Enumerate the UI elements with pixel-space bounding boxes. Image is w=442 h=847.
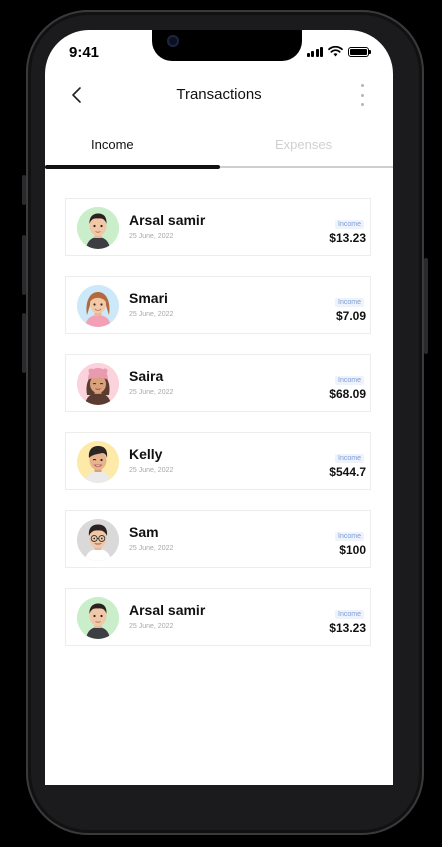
transaction-amount: $100: [339, 543, 366, 557]
transaction-date: 25 June, 2022: [129, 545, 174, 552]
transaction-name: Smari: [129, 290, 168, 306]
transaction-type-badge: Income: [335, 610, 364, 619]
avatar: [77, 597, 119, 639]
transaction-date: 25 June, 2022: [129, 311, 174, 318]
avatar: [77, 207, 119, 249]
transaction-type-badge: Income: [335, 298, 364, 307]
page-title: Transactions: [176, 86, 262, 103]
memoji-avatar-icon: [77, 363, 119, 405]
volume-down-button: [22, 313, 26, 373]
transaction-row[interactable]: Kelly 25 June, 2022 Income $544.7: [65, 432, 371, 490]
status-icons: [306, 46, 371, 57]
tab-expenses[interactable]: Expenses: [275, 137, 332, 152]
transaction-row[interactable]: Saira 25 June, 2022 Income $68.09: [65, 354, 371, 412]
transaction-date: 25 June, 2022: [129, 233, 174, 240]
transaction-type-badge: Income: [335, 220, 364, 229]
transaction-date: 25 June, 2022: [129, 389, 174, 396]
transaction-name: Sam: [129, 524, 159, 540]
memoji-avatar-icon: [77, 441, 119, 483]
transaction-name: Arsal samir: [129, 212, 206, 228]
transaction-row[interactable]: Arsal samir 25 June, 2022 Income $13.23: [65, 198, 371, 256]
memoji-avatar-icon: [77, 519, 119, 561]
transaction-amount: $544.7: [329, 465, 366, 479]
avatar: [77, 519, 119, 561]
tab-bar: Income Expenses: [45, 130, 393, 170]
transaction-date: 25 June, 2022: [129, 467, 174, 474]
status-time: 9:41: [69, 44, 100, 61]
volume-up-button: [22, 235, 26, 295]
transaction-name: Arsal samir: [129, 602, 206, 618]
app-screen: 9:41 Transactions Income Expenses Arsal …: [45, 30, 393, 785]
transaction-amount: $13.23: [329, 231, 366, 245]
notch: [152, 30, 302, 61]
memoji-avatar-icon: [77, 285, 119, 327]
silent-switch: [22, 175, 26, 205]
front-camera: [167, 35, 179, 47]
transaction-type-badge: Income: [335, 532, 364, 541]
cellular-signal-icon: [306, 47, 323, 57]
wifi-icon: [328, 46, 343, 57]
transaction-row[interactable]: Smari 25 June, 2022 Income $7.09: [65, 276, 371, 334]
more-vertical-icon[interactable]: [359, 84, 365, 106]
battery-icon: [348, 47, 371, 57]
top-app-bar: Transactions: [45, 80, 393, 110]
transaction-amount: $7.09: [335, 309, 366, 323]
avatar: [77, 285, 119, 327]
avatar: [77, 363, 119, 405]
transaction-name: Saira: [129, 368, 164, 384]
transaction-amount: $68.09: [329, 387, 366, 401]
transaction-date: 25 June, 2022: [129, 623, 174, 630]
transaction-list: Arsal samir 25 June, 2022 Income $13.23: [65, 198, 373, 666]
power-button: [424, 258, 428, 354]
tab-income[interactable]: Income: [91, 137, 134, 152]
active-tab-indicator: [45, 165, 220, 169]
transaction-amount: $13.23: [329, 621, 366, 635]
transaction-type-badge: Income: [335, 454, 364, 463]
memoji-avatar-icon: [77, 207, 119, 249]
transaction-row[interactable]: Sam 25 June, 2022 Income $100: [65, 510, 371, 568]
avatar: [77, 441, 119, 483]
transaction-type-badge: Income: [335, 376, 364, 385]
transaction-row[interactable]: Arsal samir 25 June, 2022 Income $13.23: [65, 588, 371, 646]
memoji-avatar-icon: [77, 597, 119, 639]
transaction-name: Kelly: [129, 446, 163, 462]
